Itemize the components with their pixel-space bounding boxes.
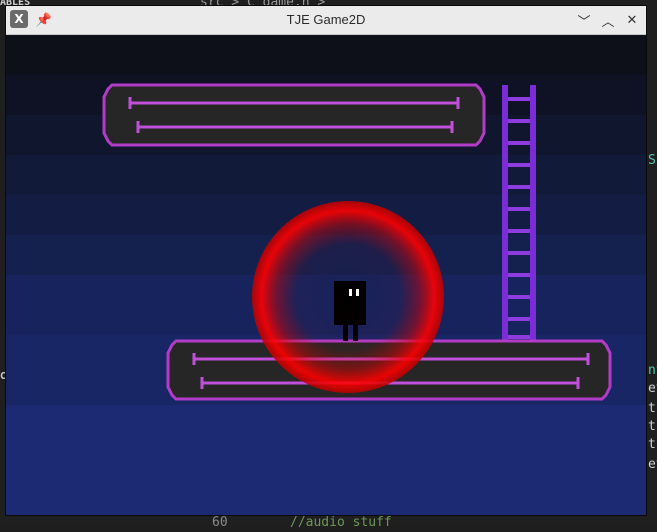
right-fragment-1: nt	[648, 363, 657, 378]
upper-platform	[102, 83, 486, 147]
titlebar[interactable]: X 📌 TJE Game2D ﹀ ︿ ✕	[6, 6, 646, 35]
window-title: TJE Game2D	[286, 12, 366, 27]
red-glow-ring	[252, 201, 444, 393]
right-fragment-3: t)	[648, 401, 657, 416]
game-window: X 📌 TJE Game2D ﹀ ︿ ✕	[6, 6, 646, 515]
code-line: //audio stuff	[290, 515, 392, 530]
close-button[interactable]: ✕	[622, 10, 642, 30]
right-fragment-4: t)	[648, 419, 657, 434]
game-canvas[interactable]	[6, 35, 646, 515]
right-fragment-0: S	[648, 153, 656, 168]
right-fragment-6: ev	[648, 457, 657, 472]
line-number: 60	[212, 515, 228, 530]
game-scene	[6, 35, 646, 515]
right-fragment-5: t	[648, 437, 656, 452]
maximize-button[interactable]: ︿	[598, 10, 618, 30]
minimize-button[interactable]: ﹀	[574, 10, 594, 30]
right-fragment-2: ev	[648, 381, 657, 396]
